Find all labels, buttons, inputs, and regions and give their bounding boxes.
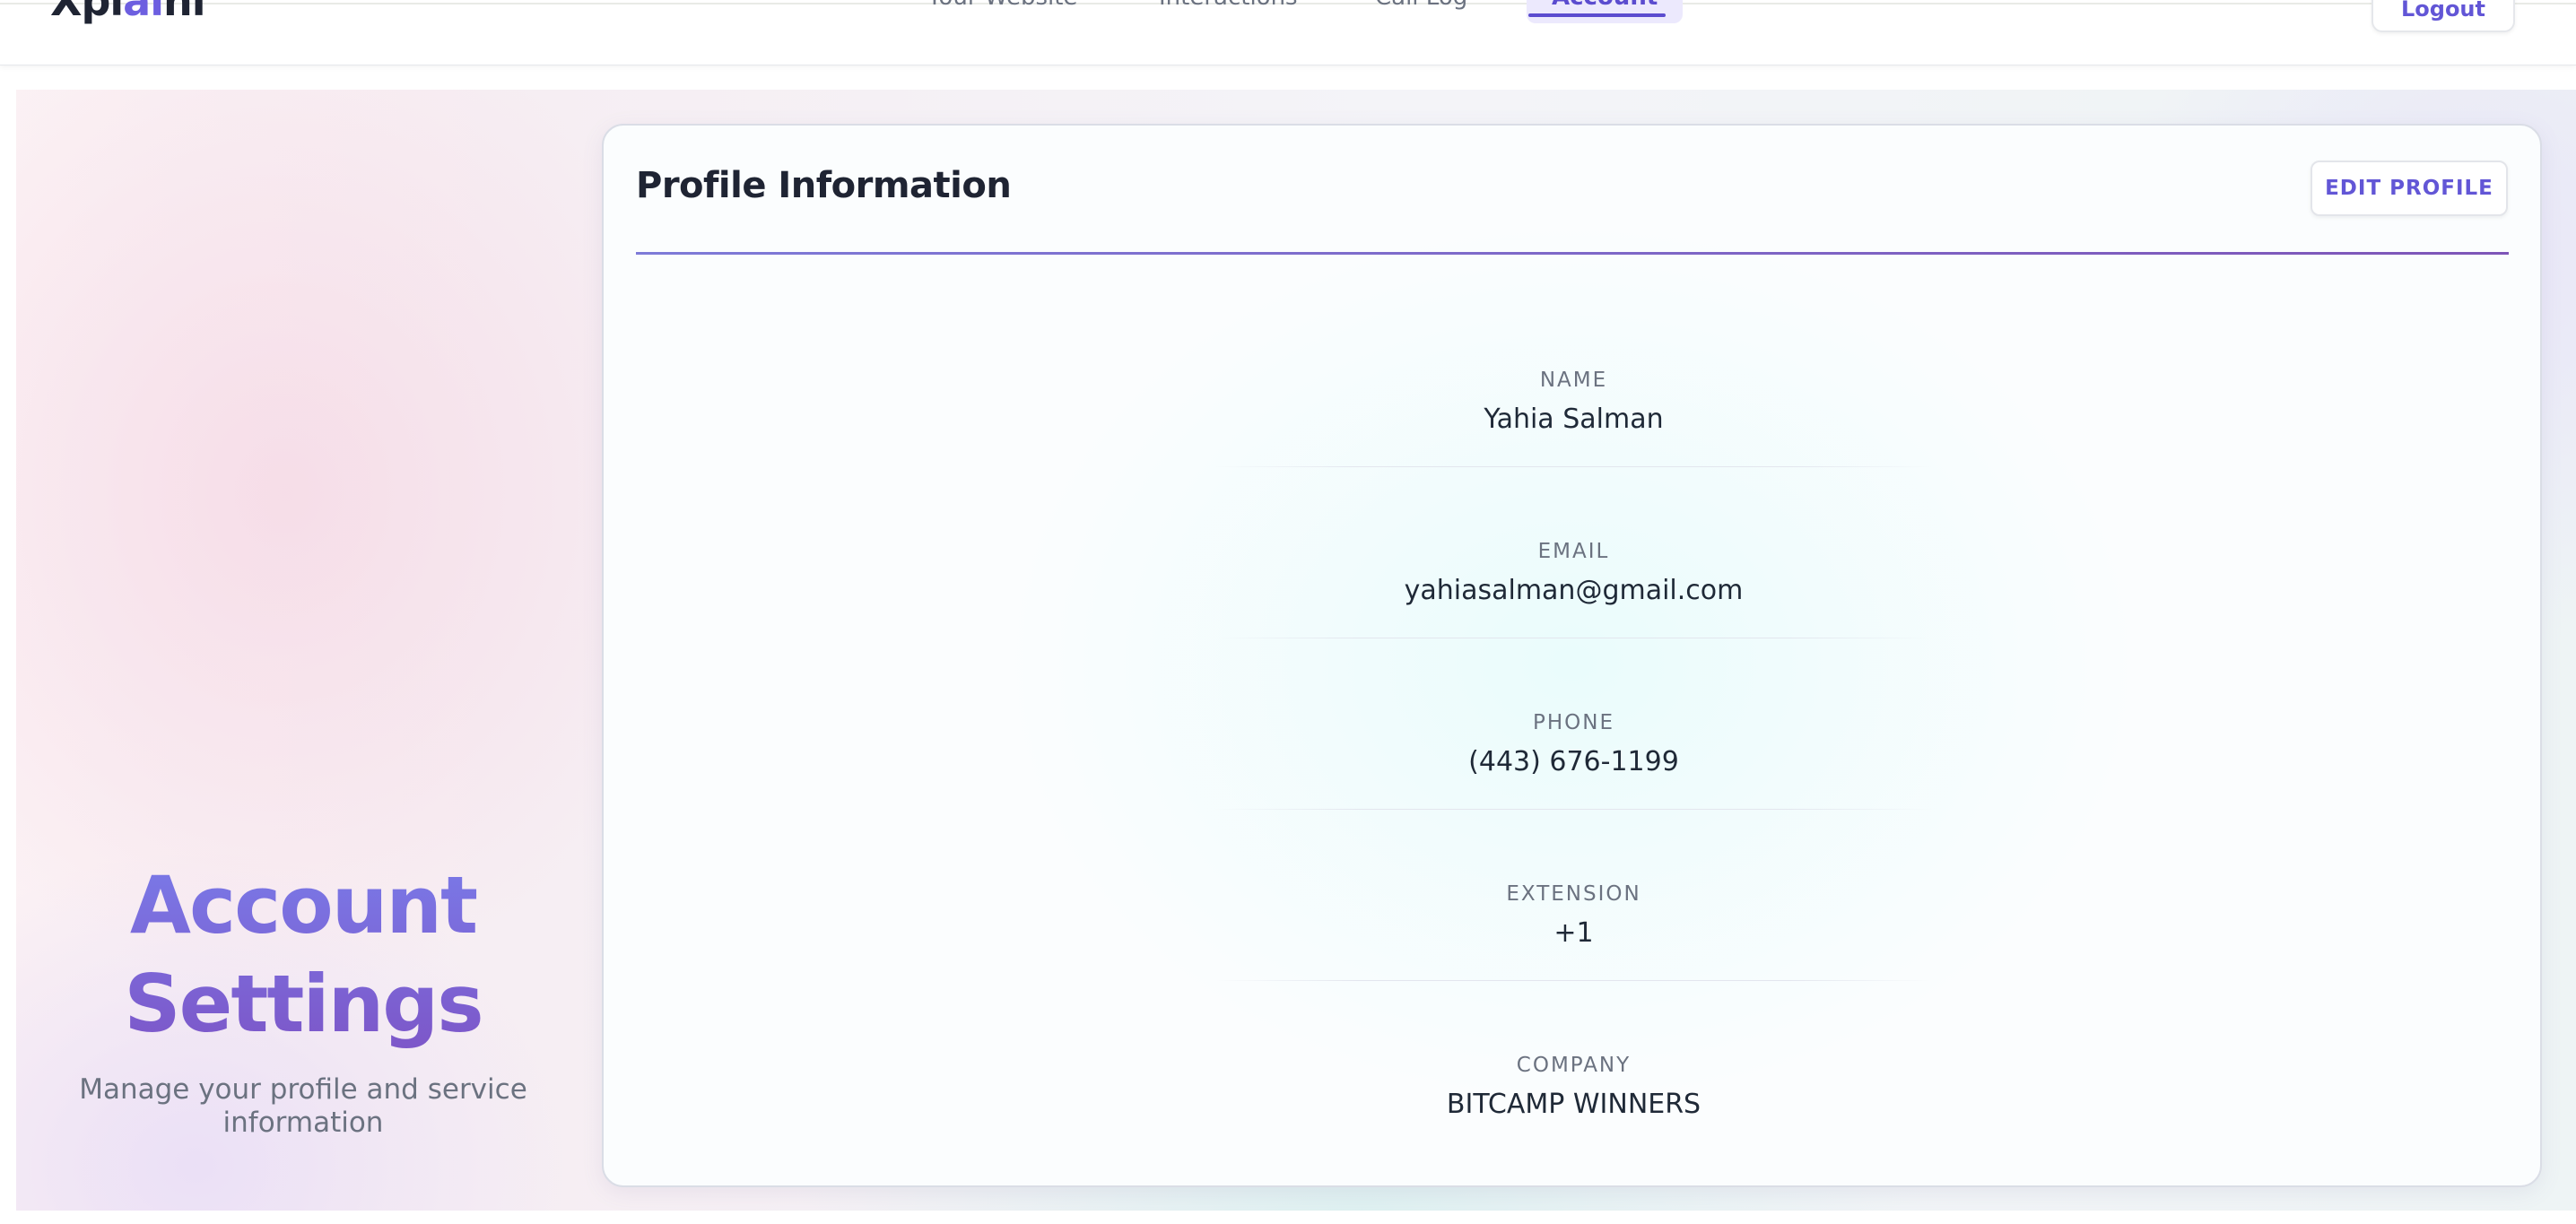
page-subtitle: Manage your profile and service informat… [79, 1073, 527, 1139]
field-phone: PHONE (443) 676-1199 [604, 710, 2544, 881]
page-title-line1: Account [129, 859, 477, 951]
field-email: EMAIL yahiasalman@gmail.com [604, 539, 2544, 710]
nav-call-log[interactable]: Call Log [1375, 0, 1467, 11]
field-label: EXTENSION [1506, 882, 1641, 906]
page-title-line2: Settings [124, 958, 483, 1050]
field-company: COMPANY BITCAMP WINNERS [604, 1053, 2544, 1224]
field-extension: EXTENSION +1 [604, 881, 2544, 1053]
field-label: COMPANY [1516, 1054, 1632, 1077]
field-divider [1214, 466, 1932, 467]
field-label: NAME [1539, 369, 1608, 392]
field-name: NAME Yahia Salman [604, 368, 2544, 539]
profile-fields: NAME Yahia Salman EMAIL yahiasalman@gmai… [604, 368, 2544, 1224]
field-label: EMAIL [1537, 540, 1610, 563]
main-nav: Your Website Interactions Call Log Accou… [0, 0, 2576, 38]
hero-section: Account Settings Manage your profile and… [16, 856, 590, 1140]
nav-account[interactable]: Account [1527, 0, 1684, 23]
field-divider [1214, 980, 1932, 981]
nav-active-indicator [1528, 13, 1666, 17]
profile-card: Profile Information EDIT PROFILE NAME Ya… [602, 124, 2542, 1187]
profile-card-divider [636, 252, 2509, 255]
top-navigation-bar: Xplaini Your Website Interactions Call L… [0, 0, 2576, 65]
nav-your-website[interactable]: Your Website [927, 0, 1077, 11]
nav-interactions[interactable]: Interactions [1159, 0, 1298, 11]
page-title: Account Settings [16, 856, 590, 1054]
field-value: BITCAMP WINNERS [1446, 1089, 1701, 1120]
field-divider [1214, 809, 1932, 810]
edit-profile-button[interactable]: EDIT PROFILE [2311, 161, 2508, 216]
field-value: (443) 676-1199 [1468, 746, 1679, 777]
field-value: Yahia Salman [1484, 404, 1664, 435]
logout-button[interactable]: Logout [2371, 0, 2515, 32]
field-value: yahiasalman@gmail.com [1404, 575, 1744, 606]
profile-card-title: Profile Information [636, 165, 1012, 206]
field-label: PHONE [1532, 711, 1614, 734]
field-value: +1 [1553, 917, 1594, 949]
